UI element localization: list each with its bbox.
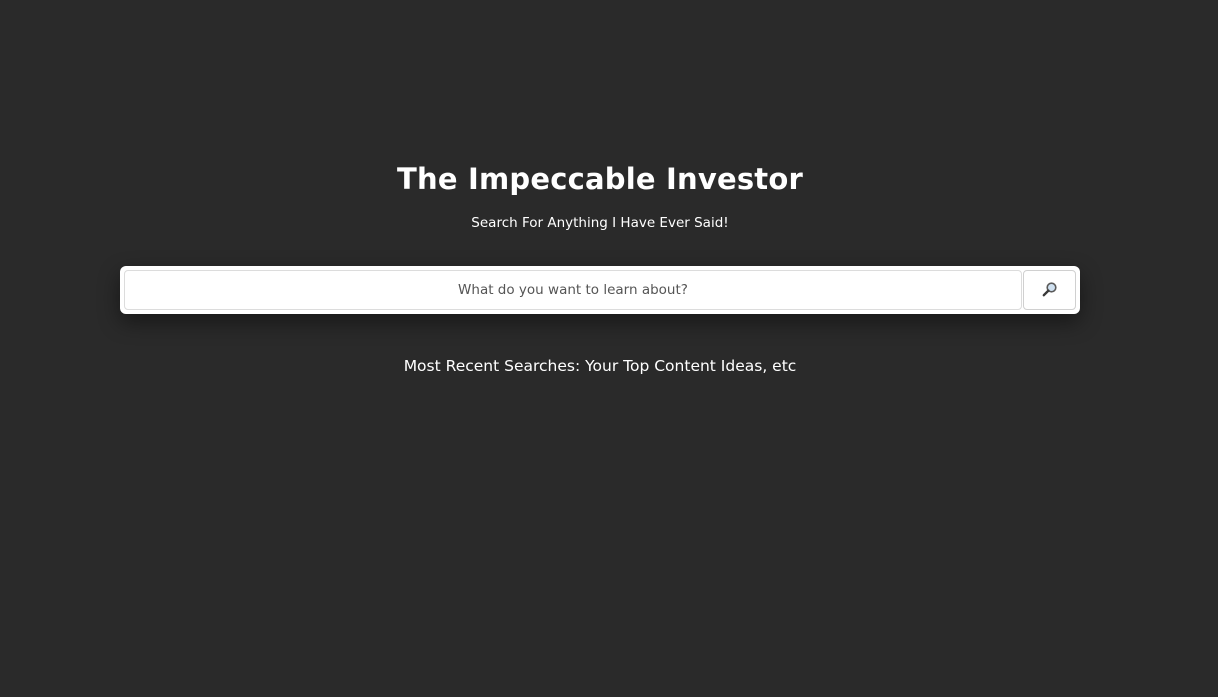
- search-input[interactable]: [124, 270, 1022, 310]
- search-bar: [120, 266, 1080, 314]
- recent-searches: Most Recent Searches: Your Top Content I…: [403, 357, 797, 375]
- page-title: The Impeccable Investor: [397, 162, 803, 196]
- search-button[interactable]: [1023, 270, 1076, 310]
- search-icon: [1042, 281, 1058, 300]
- page-subtitle: Search For Anything I Have Ever Said!: [471, 215, 729, 231]
- page: The Impeccable Investor Search For Anyth…: [0, 0, 1218, 697]
